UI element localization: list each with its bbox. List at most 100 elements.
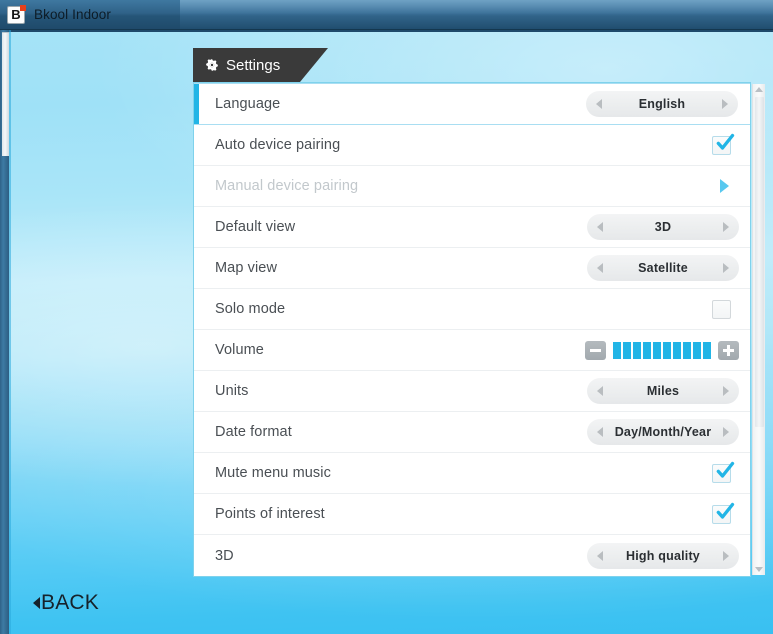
- setting-row-manual-device-pairing: Manual device pairing: [194, 166, 750, 207]
- setting-control: 3D: [587, 214, 739, 240]
- left-accent-line: [9, 30, 11, 634]
- spinner-value: High quality: [626, 548, 700, 563]
- volume-bar[interactable]: [643, 341, 651, 359]
- spinner-previous-arrow-icon[interactable]: [597, 263, 603, 273]
- setting-label: Mute menu music: [215, 465, 331, 481]
- back-caret-icon: [33, 596, 40, 609]
- settings-row-list: Language English Auto device pairing Manual…: [194, 83, 750, 576]
- setting-row-points-of-interest[interactable]: Points of interest: [194, 494, 750, 535]
- checkbox-unchecked[interactable]: [712, 299, 731, 319]
- volume-decrease-button[interactable]: [585, 340, 606, 360]
- checkbox-checked[interactable]: [712, 133, 735, 155]
- spinner-previous-arrow-icon[interactable]: [597, 222, 603, 232]
- spinner-next-arrow-icon[interactable]: [723, 427, 729, 437]
- settings-panel: Language English Auto device pairing Manual…: [193, 82, 751, 577]
- navigate-right-arrow-icon[interactable]: [720, 179, 729, 193]
- scroll-down-arrow-icon[interactable]: [755, 567, 763, 572]
- scroll-up-arrow-icon[interactable]: [755, 87, 763, 92]
- setting-control: High quality: [587, 542, 739, 569]
- volume-bar[interactable]: [623, 341, 631, 359]
- setting-label: Date format: [215, 424, 292, 440]
- volume-bar[interactable]: [683, 341, 691, 359]
- settings-tab-label: Settings: [226, 56, 281, 74]
- spinner-next-arrow-icon[interactable]: [722, 99, 728, 109]
- spinner-value: Satellite: [638, 261, 688, 275]
- setting-control: Miles: [587, 378, 739, 404]
- spinner-previous-arrow-icon[interactable]: [597, 386, 603, 396]
- setting-label: Language: [215, 96, 281, 112]
- volume-increase-button[interactable]: [718, 340, 739, 360]
- checkbox-checked[interactable]: [712, 461, 735, 483]
- setting-label: Solo mode: [215, 301, 286, 317]
- volume-bar[interactable]: [633, 341, 641, 359]
- spinner-value: English: [638, 97, 686, 111]
- back-button-label: BACK: [41, 591, 99, 614]
- volume-bar[interactable]: [663, 341, 671, 359]
- setting-row-mute-menu-music[interactable]: Mute menu music: [194, 453, 750, 494]
- checkmark-icon: [716, 502, 735, 519]
- spinner-previous-arrow-icon[interactable]: [596, 99, 602, 109]
- setting-row-volume[interactable]: Volume: [194, 330, 750, 371]
- checkbox-checked[interactable]: [712, 502, 735, 524]
- spinner-value: Day/Month/Year: [614, 425, 712, 439]
- setting-control: Day/Month/Year: [587, 419, 739, 445]
- setting-label: Units: [215, 383, 249, 399]
- setting-control: Satellite: [587, 255, 739, 281]
- spinner-previous-arrow-icon[interactable]: [597, 550, 603, 561]
- spinner-next-arrow-icon[interactable]: [723, 222, 729, 232]
- value-spinner[interactable]: High quality: [587, 542, 739, 569]
- setting-control: [712, 461, 739, 483]
- left-scroll-strip[interactable]: [2, 32, 9, 156]
- spinner-previous-arrow-icon[interactable]: [597, 427, 603, 437]
- setting-label: Points of interest: [215, 506, 325, 522]
- spinner-value: 3D: [654, 220, 672, 234]
- setting-label: Default view: [215, 219, 296, 235]
- setting-control: [712, 133, 739, 155]
- spinner-next-arrow-icon[interactable]: [723, 386, 729, 396]
- volume-bar[interactable]: [703, 341, 711, 359]
- spinner-next-arrow-icon[interactable]: [723, 263, 729, 273]
- volume-bar[interactable]: [653, 341, 661, 359]
- volume-bar[interactable]: [693, 341, 701, 359]
- setting-control: [712, 502, 739, 524]
- setting-control: [720, 179, 739, 193]
- value-spinner[interactable]: 3D: [587, 214, 739, 240]
- value-spinner[interactable]: Miles: [587, 378, 739, 404]
- volume-control: [585, 340, 739, 360]
- settings-panel-scrollbar[interactable]: [752, 84, 765, 575]
- gear-icon: [205, 58, 219, 72]
- window-title: Bkool Indoor: [34, 7, 111, 22]
- spinner-next-arrow-icon[interactable]: [723, 550, 729, 561]
- volume-bar[interactable]: [673, 341, 681, 359]
- setting-row-units[interactable]: Units Miles: [194, 371, 750, 412]
- setting-control: [585, 340, 739, 360]
- setting-label: 3D: [215, 547, 234, 564]
- checkmark-icon: [716, 133, 735, 150]
- setting-row-language[interactable]: Language English: [194, 83, 750, 125]
- volume-level-bars[interactable]: [613, 341, 711, 359]
- value-spinner[interactable]: Day/Month/Year: [587, 419, 739, 445]
- setting-row-map-view[interactable]: Map view Satellite: [194, 248, 750, 289]
- value-spinner[interactable]: English: [586, 91, 738, 117]
- bkool-logo-icon: B: [7, 4, 26, 24]
- scrollbar-thumb[interactable]: [755, 97, 764, 427]
- setting-row-date-format[interactable]: Date format Day/Month/Year: [194, 412, 750, 453]
- setting-row-default-view[interactable]: Default view 3D: [194, 207, 750, 248]
- spinner-value: Miles: [646, 384, 680, 398]
- setting-label: Auto device pairing: [215, 137, 341, 153]
- volume-bar[interactable]: [613, 341, 621, 359]
- back-button[interactable]: BACK: [33, 592, 99, 613]
- checkmark-icon: [716, 461, 735, 478]
- setting-row-3d[interactable]: 3D High quality: [194, 535, 750, 576]
- setting-label: Manual device pairing: [215, 178, 359, 194]
- setting-label: Volume: [215, 342, 264, 358]
- application-window: B Bkool Indoor Settings Language English A…: [0, 0, 773, 634]
- setting-control: English: [586, 91, 738, 117]
- setting-row-auto-device-pairing[interactable]: Auto device pairing: [194, 125, 750, 166]
- value-spinner[interactable]: Satellite: [587, 255, 739, 281]
- setting-label: Map view: [215, 260, 278, 276]
- logo-accent-dot: [20, 4, 26, 11]
- setting-control: [712, 299, 739, 319]
- window-title-bar: B Bkool Indoor: [0, 0, 773, 30]
- setting-row-solo-mode[interactable]: Solo mode: [194, 289, 750, 330]
